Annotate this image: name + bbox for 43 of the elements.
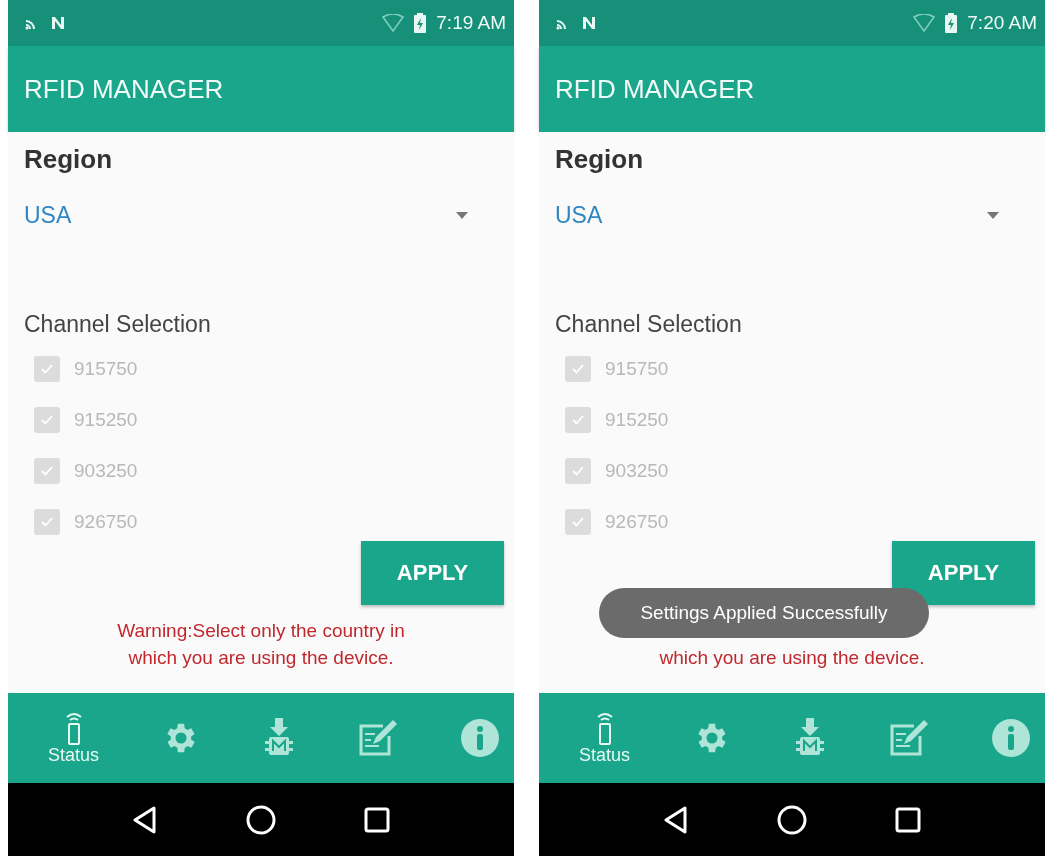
battery-icon <box>414 13 427 33</box>
recents-icon[interactable] <box>895 806 921 833</box>
status-time: 7:19 AM <box>436 12 506 34</box>
apply-button[interactable]: APPLY <box>892 541 1035 605</box>
wifi-icon <box>913 14 936 32</box>
region-label: Region <box>555 144 644 175</box>
status-time: 7:20 AM <box>967 12 1037 34</box>
toast-message: Settings Applied Successfully <box>599 588 929 638</box>
info-icon <box>459 718 500 758</box>
apply-button[interactable]: APPLY <box>361 541 504 605</box>
recents-icon[interactable] <box>364 806 390 833</box>
nav-item[interactable]: Status <box>48 710 100 766</box>
edit-note-icon <box>888 718 929 758</box>
dropdown-caret-icon <box>456 211 468 219</box>
region-dropdown[interactable]: USA <box>555 175 1029 233</box>
home-icon[interactable] <box>777 804 807 835</box>
home-icon[interactable] <box>246 804 276 835</box>
nav-item[interactable] <box>793 718 826 758</box>
warning-text: which you are using the device. <box>658 646 926 670</box>
channel-selection-label: Channel Selection <box>555 311 742 338</box>
channel-selection-label: Channel Selection <box>24 311 211 338</box>
nav-item[interactable] <box>990 718 1031 758</box>
dropdown-caret-icon <box>987 211 999 219</box>
nfc-icon <box>581 15 597 31</box>
app-title: RFID MANAGER <box>555 73 755 105</box>
nav-item[interactable] <box>459 718 500 758</box>
region-label: Region <box>24 144 113 175</box>
wifi-icon <box>382 14 405 32</box>
back-icon[interactable] <box>132 805 158 834</box>
nav-item[interactable]: Status <box>579 710 631 766</box>
app-title: RFID MANAGER <box>24 73 224 105</box>
nfc-icon <box>50 15 66 31</box>
nav-item[interactable] <box>262 718 295 758</box>
nav-item[interactable] <box>357 718 398 758</box>
region-dropdown[interactable]: USA <box>24 175 498 233</box>
back-icon[interactable] <box>663 805 689 834</box>
battery-icon <box>945 13 958 33</box>
nav-item[interactable] <box>888 718 929 758</box>
download-chip-icon <box>793 718 826 758</box>
download-chip-icon <box>262 718 295 758</box>
edit-note-icon <box>357 718 398 758</box>
info-icon <box>990 718 1031 758</box>
warning-text: Warning:Select only the country in which you are using the device. <box>116 619 406 670</box>
